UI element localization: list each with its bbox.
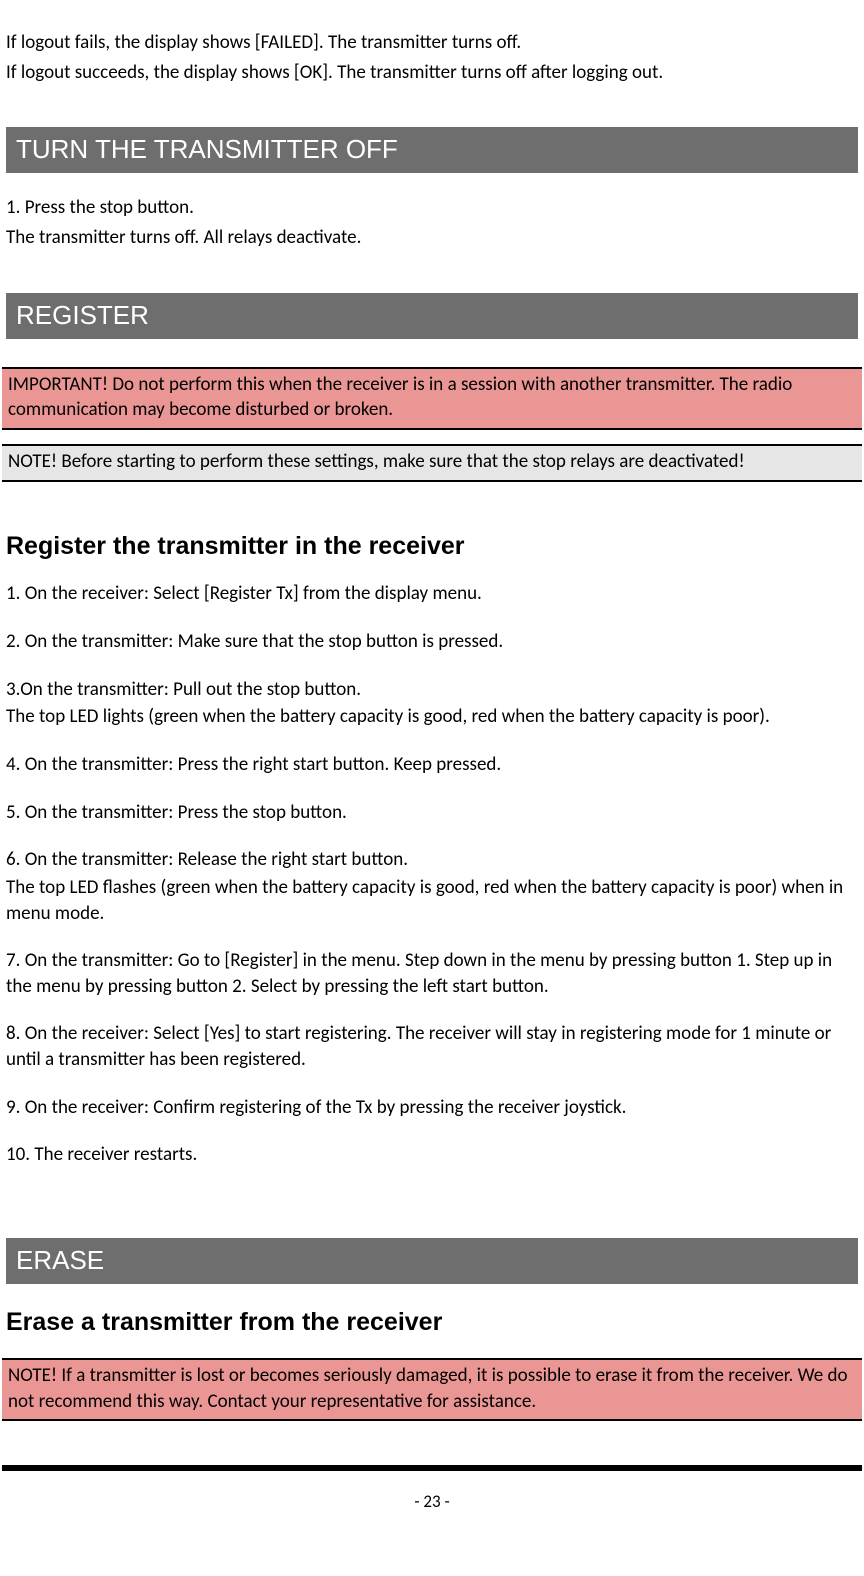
register-step-6a: 6. On the transmitter: Release the right… bbox=[6, 847, 858, 873]
turn-off-step-1: 1. Press the stop button. bbox=[6, 195, 858, 221]
section-header-register: REGISTER bbox=[6, 293, 858, 339]
callout-note-erase-text: NOTE! If a transmitter is lost or become… bbox=[8, 1364, 848, 1413]
subheader-register: Register the transmitter in the receiver bbox=[6, 530, 858, 564]
turn-off-body: 1. Press the stop button. The transmitte… bbox=[6, 195, 858, 250]
callout-note-register-text: NOTE! Before starting to perform these s… bbox=[8, 450, 745, 473]
register-step-3a: 3.On the transmitter: Pull out the stop … bbox=[6, 677, 858, 703]
register-step-3b: The top LED lights (green when the batte… bbox=[6, 704, 858, 730]
intro-line-2: If logout succeeds, the display shows [O… bbox=[6, 60, 858, 86]
section-header-turn-off: TURN THE TRANSMITTER OFF bbox=[6, 127, 858, 173]
callout-important-text: IMPORTANT! Do not perform this when the … bbox=[8, 373, 792, 422]
subheader-erase: Erase a transmitter from the receiver bbox=[6, 1306, 858, 1340]
register-step-2: 2. On the transmitter: Make sure that th… bbox=[6, 629, 858, 655]
intro-line-1: If logout fails, the display shows [FAIL… bbox=[6, 30, 858, 56]
intro-text: If logout fails, the display shows [FAIL… bbox=[6, 30, 858, 85]
register-step-10: 10. The receiver restarts. bbox=[6, 1142, 858, 1168]
register-step-1: 1. On the receiver: Select [Register Tx]… bbox=[6, 581, 858, 607]
footer-rule bbox=[2, 1465, 862, 1471]
register-step-9: 9. On the receiver: Confirm registering … bbox=[6, 1095, 858, 1121]
section-header-erase: ERASE bbox=[6, 1238, 858, 1284]
callout-note-register: NOTE! Before starting to perform these s… bbox=[2, 444, 862, 482]
page-number: - 23 - bbox=[0, 1491, 864, 1514]
register-step-8: 8. On the receiver: Select [Yes] to star… bbox=[6, 1021, 858, 1072]
register-step-7: 7. On the transmitter: Go to [Register] … bbox=[6, 948, 858, 999]
register-step-4: 4. On the transmitter: Press the right s… bbox=[6, 752, 858, 778]
turn-off-step-1b: The transmitter turns off. All relays de… bbox=[6, 225, 858, 251]
callout-important: IMPORTANT! Do not perform this when the … bbox=[2, 367, 862, 430]
register-steps: 1. On the receiver: Select [Register Tx]… bbox=[6, 581, 858, 1168]
callout-note-erase: NOTE! If a transmitter is lost or become… bbox=[2, 1358, 862, 1421]
register-step-5: 5. On the transmitter: Press the stop bu… bbox=[6, 800, 858, 826]
register-step-6b: The top LED flashes (green when the batt… bbox=[6, 875, 858, 926]
